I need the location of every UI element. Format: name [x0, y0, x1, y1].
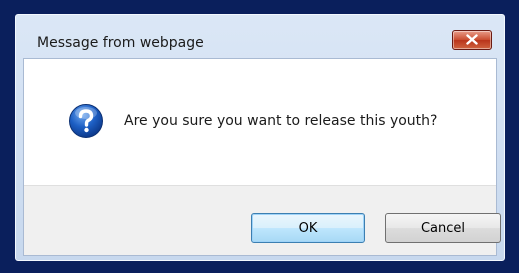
- message-area: Are you sure you want to release this yo…: [24, 59, 496, 185]
- dialog-message: Are you sure you want to release this yo…: [124, 113, 438, 129]
- button-bar: OK Cancel: [24, 185, 501, 255]
- ok-button[interactable]: OK: [251, 213, 365, 243]
- close-button[interactable]: [452, 30, 492, 50]
- close-icon: [466, 34, 478, 45]
- question-icon: [69, 104, 103, 138]
- dialog-window: Message from webpage Are you sure you wa…: [14, 13, 506, 262]
- dialog-title: Message from webpage: [37, 35, 204, 51]
- cancel-button[interactable]: Cancel: [385, 213, 501, 243]
- dialog-titlebar[interactable]: Message from webpage: [15, 14, 505, 58]
- dialog-body: Are you sure you want to release this yo…: [23, 58, 501, 256]
